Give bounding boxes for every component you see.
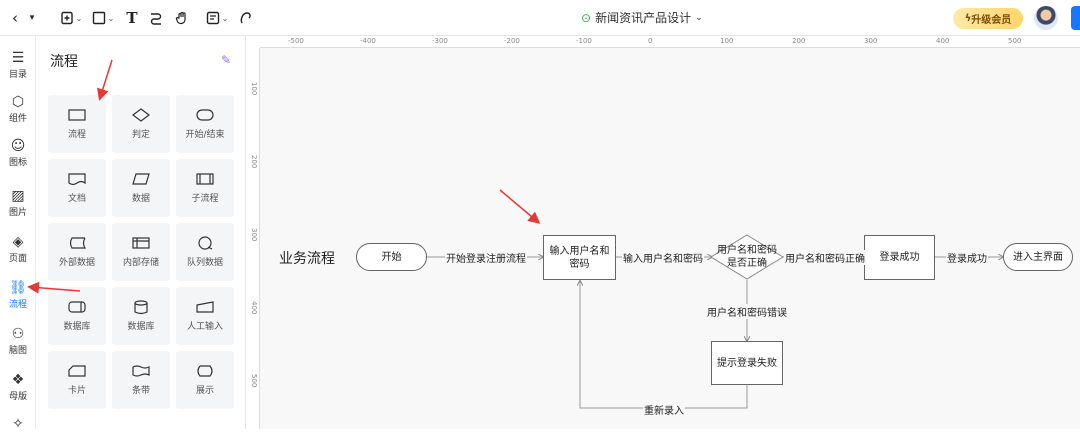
annotation-arrow <box>499 189 541 224</box>
edge-label: 用户名和密码正确 <box>784 250 866 265</box>
edge-label: 输入用户名和密码 <box>622 250 704 265</box>
edge-label: 开始登录注册流程 <box>445 250 527 265</box>
node-main[interactable]: 进入主界面 <box>1003 243 1073 271</box>
node-label: 登录成功 <box>879 252 920 263</box>
flow-connectors <box>27 59 1080 409</box>
flow-title: 业务流程 <box>279 251 335 267</box>
annotation-arrow <box>27 281 81 294</box>
node-check[interactable]: 用户名和密码是否正确 <box>711 240 783 274</box>
node-label: 输入用户名和密码 <box>549 245 610 270</box>
node-label: 进入主界面 <box>1013 251 1063 263</box>
edge-label: 重新录入 <box>643 402 685 417</box>
node-success[interactable]: 登录成功 <box>864 235 935 280</box>
node-fail[interactable]: 提示登录失败 <box>711 341 783 385</box>
node-label: 用户名和密码是否正确 <box>717 245 777 269</box>
annotation-arrow <box>96 59 113 101</box>
edge-label: 用户名和密码错误 <box>706 304 788 319</box>
node-start[interactable]: 开始 <box>356 243 427 271</box>
node-label: 开始 <box>381 251 402 263</box>
edge-label: 登录成功 <box>946 250 988 265</box>
node-label: 提示登录失败 <box>717 357 777 369</box>
node-input[interactable]: 输入用户名和密码 <box>543 235 616 280</box>
